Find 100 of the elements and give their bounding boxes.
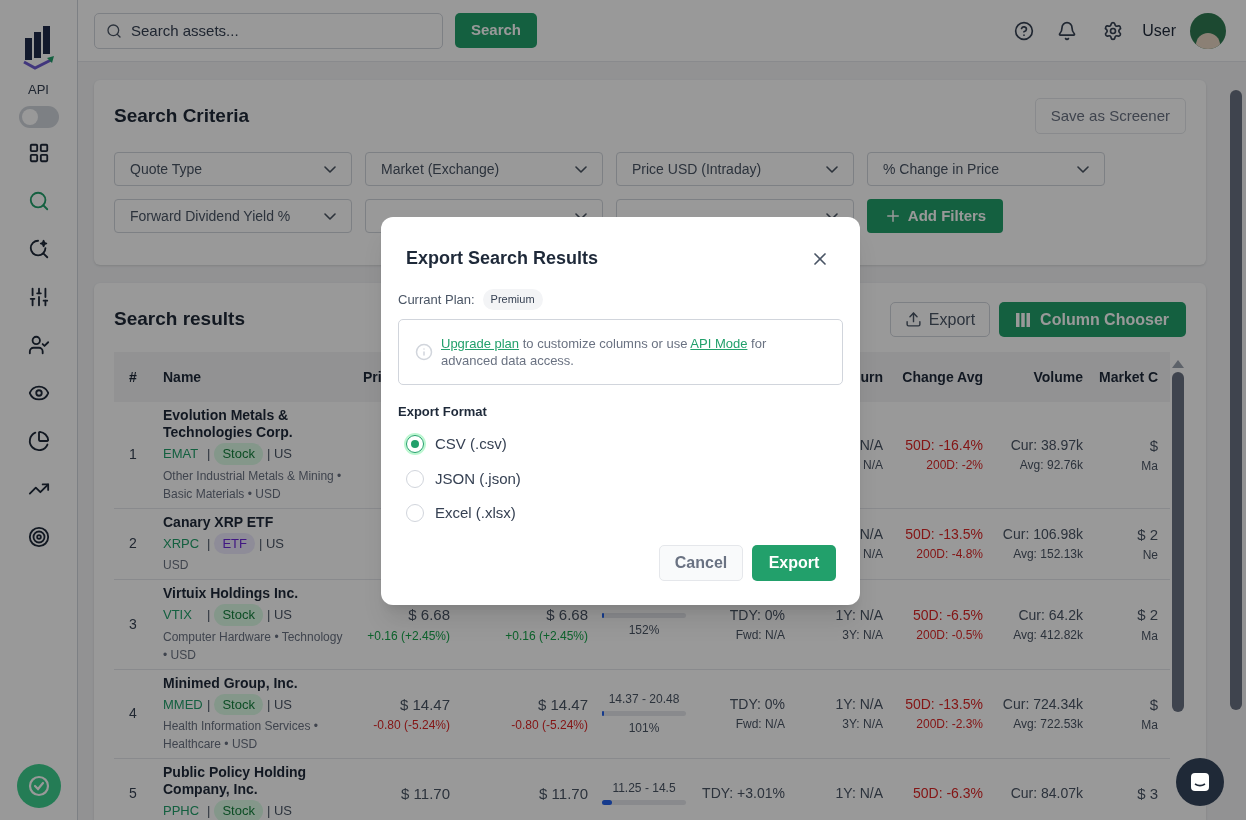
separator-text: | [207, 802, 211, 820]
section-title: Search Criteria [114, 103, 250, 128]
settings-icon[interactable] [1103, 20, 1124, 41]
price-value: $ 14.47 [536, 694, 588, 715]
format-option[interactable]: CSV (.csv) [406, 433, 843, 456]
change-200d: 200D: -2% [925, 457, 983, 475]
upload-icon [904, 311, 922, 328]
type-tag: Stock [214, 693, 263, 715]
search-icon[interactable] [27, 189, 50, 212]
user-check-icon[interactable] [27, 333, 50, 356]
return-1y: 1Y: N/A [834, 784, 883, 804]
market-cap-value: $ 2 [1136, 524, 1158, 545]
type-tag: Stock [214, 604, 263, 626]
filter-dropdown[interactable]: Quote Type [114, 152, 352, 186]
ticker-symbol[interactable]: EMAT [163, 444, 203, 464]
asset-name[interactable]: Minimed Group, Inc. [163, 674, 346, 692]
search-button[interactable]: Search [455, 13, 538, 48]
price-change: -0.80 (-5.24%) [510, 717, 588, 734]
table-scrollbar[interactable] [1172, 372, 1184, 712]
dividend-today: TDY: 0% [728, 605, 785, 625]
format-option[interactable]: Excel (.xlsx) [406, 502, 843, 525]
notice-link[interactable]: API Mode [690, 335, 748, 351]
separator-text: | [207, 695, 211, 714]
chevron-icon [575, 165, 587, 173]
pie-chart-icon[interactable] [27, 429, 50, 452]
grid-icon[interactable] [27, 141, 50, 164]
country-text: | US [266, 802, 292, 820]
price-change: +0.16 (+2.45%) [366, 627, 450, 645]
dividend-forward: Fwd: N/A [734, 626, 785, 644]
asset-name[interactable]: Canary XRP ETF [163, 513, 346, 531]
return-1y: 1Y: N/A [834, 605, 883, 625]
change-200d: 200D: -2.3% [915, 716, 983, 734]
column-header: Name [162, 367, 203, 387]
chat-icon [1189, 771, 1211, 793]
change-200d: 200D: -4.8% [915, 546, 983, 564]
separator-text: | [207, 606, 211, 624]
notice-text: Upgrade plan to customize columns or use API Mode for advanced data access. [441, 334, 768, 369]
market-cap-label: Ma [1140, 458, 1158, 475]
filter-dropdown[interactable]: % Change in Price [867, 152, 1105, 186]
chat-button[interactable] [1176, 758, 1224, 806]
volume-average: Avg: 412.82k [1012, 626, 1083, 644]
api-toggle[interactable] [18, 105, 59, 128]
volume-current: Cur: 106.98k [1001, 525, 1083, 545]
market-cap-label: Ma [1140, 627, 1158, 645]
asset-name[interactable]: Public Policy Holding Company, Inc. [163, 764, 346, 798]
add-filters-button[interactable]: Add Filters [867, 199, 1003, 233]
target-icon[interactable] [27, 525, 50, 548]
filter-dropdown[interactable]: Forward Dividend Yield % [114, 199, 352, 233]
format-option[interactable]: JSON (.json) [406, 467, 843, 490]
ticker-symbol[interactable]: PPHC [163, 801, 203, 820]
price-value: $ 6.68 [545, 605, 588, 625]
return-1y: 1Y: N/A [834, 695, 883, 715]
cancel-button[interactable]: Cancel [659, 544, 743, 581]
chevron-icon [575, 212, 587, 220]
help-icon[interactable] [1014, 20, 1035, 41]
volume-average: Avg: 152.13k [1012, 546, 1083, 564]
change-50d: 50D: -13.5% [904, 695, 983, 715]
format-label: Export Format [398, 402, 488, 421]
notice-link[interactable]: Upgrade plan [441, 335, 520, 351]
user-name[interactable]: User [1142, 18, 1176, 43]
export-button[interactable]: Export [889, 302, 991, 337]
confirm-export-button[interactable]: Export [752, 544, 836, 581]
user-avatar[interactable] [1190, 12, 1226, 49]
ticker-symbol[interactable]: VTIX [163, 605, 203, 625]
type-tag: Stock [214, 443, 263, 465]
check-icon [26, 774, 51, 798]
volume-average: Avg: 722.53k [1012, 716, 1083, 734]
range-text: 14.37 - 20.48 [608, 691, 680, 709]
country-text: | US [266, 606, 292, 624]
filter-dropdown[interactable]: Market (Exchange) [365, 152, 603, 186]
ticker-symbol[interactable]: XRPC [163, 533, 203, 553]
ticker-symbol[interactable]: MMED [163, 694, 203, 714]
change-50d: 50D: -6.3% [911, 784, 983, 804]
chevron-icon [1077, 165, 1089, 173]
sector-text: Health Information Services • Healthcare • USD [163, 718, 319, 753]
column-chooser-button[interactable]: Column Chooser [999, 302, 1186, 337]
search-field[interactable]: Search assets... [94, 12, 443, 49]
asset-name[interactable]: Evolution Metals & Technologies Corp. [163, 407, 346, 441]
country-text: | US [258, 534, 284, 553]
return-3y: 3Y: N/A [841, 626, 883, 644]
market-cap-value: $ 3 [1136, 783, 1158, 804]
row-number: 3 [128, 614, 138, 634]
asset-name[interactable]: Virtuix Holdings Inc. [163, 585, 346, 602]
plan-tag: Premium [482, 289, 543, 310]
info-icon [415, 342, 433, 361]
return-3y: 3Y: N/A [841, 716, 883, 734]
search-sparkle-icon[interactable] [27, 237, 50, 260]
market-cap-value: $ 2 [1136, 605, 1158, 625]
page-scrollbar[interactable] [1230, 90, 1242, 710]
country-text: | US [266, 695, 292, 714]
change-200d: 200D: -0.5% [915, 626, 983, 644]
column-header: Market C [1099, 368, 1159, 385]
dividend-today: TDY: +3.01% [701, 784, 785, 804]
sliders-icon[interactable] [27, 285, 50, 308]
filter-dropdown[interactable]: Price USD (Intraday) [616, 152, 854, 186]
range-percent: 152% [628, 621, 660, 639]
bell-icon[interactable] [1057, 20, 1078, 41]
range-percent: 101% [628, 720, 660, 738]
radio-button[interactable] [406, 435, 424, 454]
separator-text: | [207, 445, 211, 463]
